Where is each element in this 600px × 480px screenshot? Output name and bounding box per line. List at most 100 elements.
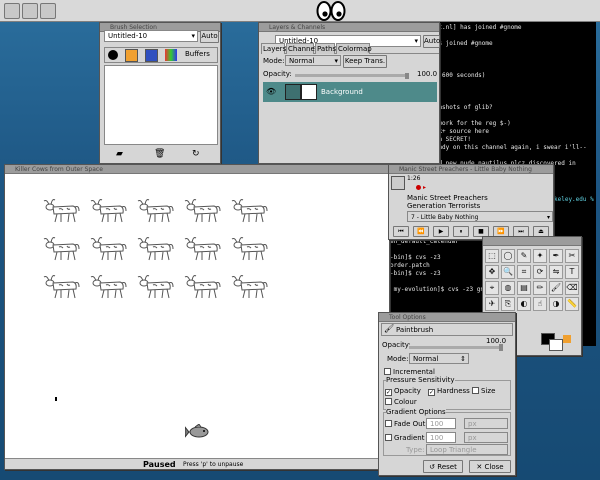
- auto-button[interactable]: Auto: [200, 30, 219, 43]
- bezier-select-icon[interactable]: ✒: [549, 249, 563, 263]
- color-swatch-orange[interactable]: [125, 49, 138, 62]
- flip-icon[interactable]: ⇋: [549, 265, 563, 279]
- brush-selection-window[interactable]: Brush Selection Untitled-10 ▾ Auto Buffe…: [99, 22, 221, 164]
- opacity-slider-track[interactable]: [295, 74, 405, 77]
- buffers-tab[interactable]: Buffers: [185, 50, 210, 58]
- terminal-line: f gtk+ source here: [424, 128, 490, 135]
- tool-options-window[interactable]: Tool Options 🖌 Paintbrush Opacity: 100.0…: [378, 312, 516, 476]
- image-select[interactable]: Untitled-10 ▾: [104, 30, 198, 42]
- mode-select[interactable]: Normal ⇕: [409, 353, 469, 364]
- terminal-line: ] has joined #gnome: [424, 40, 493, 47]
- mode-label: Mode:: [263, 57, 285, 65]
- mode-value: Normal: [413, 355, 439, 363]
- fuzzy-select-icon[interactable]: ✦: [533, 249, 547, 263]
- checkbox-box[interactable]: [385, 434, 392, 441]
- background-color[interactable]: [549, 339, 563, 351]
- tab-layers[interactable]: Layers: [261, 43, 286, 54]
- tab-channels[interactable]: Channels: [286, 43, 320, 54]
- checkmark-icon: ✓: [385, 389, 392, 396]
- crop-icon[interactable]: ⌗: [517, 265, 531, 279]
- gradient-input[interactable]: 100: [426, 432, 456, 443]
- pencil-icon[interactable]: ✏: [533, 281, 547, 295]
- color-picker-icon[interactable]: ⌖: [485, 281, 499, 295]
- measure-icon[interactable]: 📏: [565, 297, 579, 311]
- terminal-launcher-icon[interactable]: [22, 3, 38, 19]
- paintbrush-icon[interactable]: 🖌: [549, 281, 563, 295]
- dodge-icon[interactable]: ◑: [549, 297, 563, 311]
- close-button[interactable]: ✕ Close: [469, 460, 511, 473]
- color-swatch-blue[interactable]: [145, 49, 158, 62]
- pressure-hardness-checkbox[interactable]: ✓ Hardness: [428, 387, 470, 396]
- move-icon[interactable]: ✥: [485, 265, 499, 279]
- zoom-icon[interactable]: 🔍: [501, 265, 515, 279]
- gradient-options-label: Gradient Options: [386, 408, 446, 416]
- gradient-icon[interactable]: [165, 49, 177, 61]
- rect-select-icon[interactable]: ⬚: [485, 249, 499, 263]
- pattern-swatch[interactable]: [563, 335, 571, 343]
- top-panel: [0, 0, 600, 22]
- opacity-slider-handle[interactable]: [499, 344, 503, 351]
- prev-button[interactable]: ⏮: [393, 226, 409, 237]
- clone-icon[interactable]: ⎘: [501, 297, 515, 311]
- airbrush-icon[interactable]: ✈: [485, 297, 499, 311]
- opacity-slider-track[interactable]: [409, 346, 501, 349]
- tab-paths[interactable]: Paths: [315, 43, 336, 54]
- gnome-foot-icon[interactable]: [4, 3, 20, 19]
- keep-trans-toggle[interactable]: Keep Trans.: [343, 55, 387, 68]
- eye-icon[interactable]: 👁: [266, 87, 276, 96]
- pressure-colour-checkbox[interactable]: Colour: [385, 398, 417, 406]
- scissors-icon[interactable]: ✂: [565, 249, 579, 263]
- transform-icon[interactable]: ⟳: [533, 265, 547, 279]
- layer-row[interactable]: 👁 Background: [263, 82, 437, 102]
- tab-colormap[interactable]: Colormap: [336, 43, 372, 54]
- text-icon[interactable]: T: [565, 265, 579, 279]
- rewind-button[interactable]: ⏪: [413, 226, 429, 237]
- smudge-icon[interactable]: ☝: [533, 297, 547, 311]
- reset-button[interactable]: ↺ Reset: [423, 460, 463, 473]
- pressure-size-label: Size: [481, 387, 496, 395]
- track-select[interactable]: 7 - Little Baby Nothing ▾: [407, 211, 553, 222]
- layer-name: Background: [321, 88, 363, 96]
- layer-mode-select[interactable]: Normal ▾: [285, 55, 341, 66]
- brush-toolbar: Buffers: [104, 47, 218, 63]
- layers-window[interactable]: Layers & Channels Untitled-10 ▾ Auto Lay…: [258, 22, 440, 164]
- close-icon: ✕: [476, 463, 483, 471]
- pressure-opacity-checkbox[interactable]: ✓ Opacity: [385, 387, 421, 396]
- checkbox-box[interactable]: [384, 368, 391, 375]
- blend-icon[interactable]: ▤: [517, 281, 531, 295]
- fish-ship-icon: [185, 424, 209, 438]
- convolve-icon[interactable]: ◐: [517, 297, 531, 311]
- album-art-icon[interactable]: [391, 176, 405, 190]
- incremental-checkbox[interactable]: Incremental: [384, 368, 435, 376]
- killer-cows-window[interactable]: Killer Cows from Outer Space Paused Pres…: [4, 164, 390, 470]
- play-button[interactable]: ▶: [433, 226, 449, 237]
- media-player-window[interactable]: Manic Street Preachers - Little Baby Not…: [388, 164, 554, 240]
- free-select-icon[interactable]: ✎: [517, 249, 531, 263]
- game-canvas[interactable]: [7, 175, 387, 457]
- gradient-type-select[interactable]: Loop Triangle: [426, 444, 508, 455]
- eraser-icon[interactable]: ⌫: [565, 281, 579, 295]
- pressure-size-checkbox[interactable]: Size: [472, 387, 495, 395]
- checkbox-box[interactable]: [385, 420, 392, 427]
- opacity-value: 100.0: [486, 337, 507, 345]
- ellipse-select-icon[interactable]: ◯: [501, 249, 515, 263]
- brush-list[interactable]: [104, 65, 218, 145]
- checkbox-box[interactable]: [385, 398, 392, 405]
- refresh-icon[interactable]: ↻: [192, 149, 200, 159]
- delete-icon[interactable]: 🗑: [154, 149, 165, 159]
- terminal-line: bcnet.nl] has joined #gnome: [424, 24, 522, 31]
- fade-out-input[interactable]: 100: [426, 418, 456, 429]
- opacity-slider-handle[interactable]: [405, 73, 409, 79]
- new-brush-icon[interactable]: ▰: [116, 149, 123, 159]
- terminal-line: ree: [424, 88, 596, 96]
- checkbox-box[interactable]: [472, 387, 479, 394]
- gradient-checkbox[interactable]: Gradient: [385, 434, 424, 442]
- fade-out-unit-select[interactable]: px: [464, 418, 508, 429]
- pressure-opacity-label: Opacity: [394, 387, 421, 395]
- pause-button[interactable]: ⏸: [453, 226, 469, 237]
- fade-out-checkbox[interactable]: Fade Out: [385, 420, 425, 428]
- brush-circle-icon[interactable]: [108, 50, 118, 60]
- bucket-fill-icon[interactable]: ◍: [501, 281, 515, 295]
- gradient-unit-select[interactable]: px: [464, 432, 508, 443]
- monitor-launcher-icon[interactable]: [40, 3, 56, 19]
